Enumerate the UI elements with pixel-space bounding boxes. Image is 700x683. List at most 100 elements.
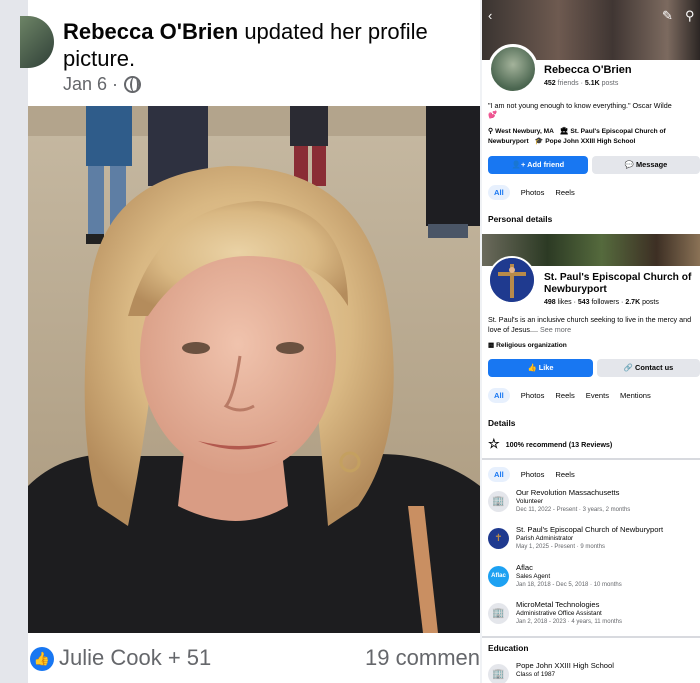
contact-us-label: Contact us (635, 363, 674, 372)
school-link[interactable]: Pope John XXIII High School (545, 138, 635, 145)
add-friend-icon: 👤+ (511, 160, 528, 169)
category-text: Religious organization (496, 342, 567, 349)
post-title: Rebecca O'Brien updated her profile pict… (63, 18, 475, 72)
work-item[interactable]: Aflac Aflac Sales Agent Jan 18, 2018 - D… (488, 563, 700, 595)
posts-count: 5.1K (584, 80, 600, 87)
globe-icon (124, 76, 142, 93)
work-title[interactable]: St. Paul's Episcopal Church of Newburypo… (516, 525, 663, 534)
church-tabs: All Photos Reels Events Mentions (488, 388, 651, 403)
details-heading: Details (488, 418, 516, 428)
church-tab-all[interactable]: All (488, 388, 510, 403)
work-item[interactable]: ✝ St. Paul's Episcopal Church of Newbury… (488, 525, 700, 557)
education-item[interactable]: 🏢 Pope John XXIII High School Class of 1… (488, 661, 700, 683)
church-tab-events[interactable]: Events (586, 391, 609, 400)
likes-count: 498 (544, 299, 556, 306)
message-button[interactable]: 💬 Message (592, 156, 700, 174)
post-author-name[interactable]: Rebecca O'Brien (63, 19, 238, 44)
church-tab-photos[interactable]: Photos (521, 391, 545, 400)
work-role: Sales Agent (516, 573, 551, 580)
post-date-text: Jan 6 · (63, 74, 119, 94)
category-icon: ▩ (488, 342, 497, 349)
back-icon[interactable]: ‹ (488, 8, 492, 23)
work-tabs: All Photos Reels (488, 467, 575, 482)
like-page-label: Like (538, 363, 554, 372)
profile-intro: ⚲ West Newbury, MA 🏛 St. Paul's Episcopal … (488, 127, 700, 147)
school-icon: 🎓 (534, 138, 544, 145)
church-avatar[interactable] (488, 256, 536, 304)
profile-avatar[interactable] (488, 44, 538, 94)
friends-count[interactable]: 452 (544, 80, 556, 87)
add-friend-button[interactable]: 👤+ Add friend (488, 156, 588, 174)
crucifix-icon (490, 258, 534, 302)
recommendation-text: 100% recommend (13 Reviews) (505, 439, 613, 449)
contact-us-button[interactable]: 🔗 Contact us (597, 359, 700, 377)
message-label: Message (636, 160, 668, 169)
workplace-icon: 🏛 (559, 128, 569, 135)
thumbs-up-icon: 👍 (527, 363, 539, 372)
church-posts-count: 2.7K (625, 299, 641, 306)
profile-photo[interactable] (28, 106, 480, 633)
messenger-icon: 💬 (624, 160, 637, 169)
work-title[interactable]: MicroMetal Technologies (516, 600, 599, 609)
followers-label: followers · (589, 299, 626, 306)
reactions-count[interactable]: Julie Cook + 51 (59, 645, 211, 671)
location-text: West Newbury, MA (495, 128, 554, 135)
tab-reels[interactable]: Reels (555, 188, 574, 197)
post-timestamp[interactable]: Jan 6 · (63, 74, 142, 95)
work-title[interactable]: Aflac (516, 563, 533, 572)
heart-icon: 💕 (488, 110, 497, 119)
profile-tabs: All Photos Reels (488, 185, 575, 200)
profile-stats: 452 friends · 5.1K posts (544, 80, 618, 87)
work-role: Administrative Office Assistant (516, 610, 602, 617)
church-tab-mentions[interactable]: Mentions (620, 391, 651, 400)
work-item[interactable]: 🏢 MicroMetal Technologies Administrative… (488, 600, 700, 632)
post-column: Rebecca O'Brien updated her profile pict… (0, 0, 482, 683)
work-role: Volunteer (516, 498, 544, 505)
profile-panel: ‹ ✎ ⚲ Rebecca O'Brien 452 friends · 5.1K… (482, 0, 700, 683)
school-building-icon: 🏢 (488, 664, 509, 683)
work-tab-reels[interactable]: Reels (555, 470, 574, 479)
section-divider (482, 636, 700, 638)
work-dates: Dec 11, 2022 - Present · 3 years, 2 mont… (516, 507, 631, 513)
add-friend-label: Add friend (527, 160, 565, 169)
post-card: Rebecca O'Brien updated her profile pict… (20, 0, 480, 683)
tab-all[interactable]: All (488, 185, 510, 200)
section-divider (482, 458, 700, 460)
work-tab-photos[interactable]: Photos (521, 470, 545, 479)
screenshot-root: Rebecca O'Brien updated her profile pict… (0, 0, 700, 683)
building-icon: 🏢 (488, 491, 509, 512)
likes-label: likes · (555, 299, 578, 306)
bio-text: "I am not young enough to know everythin… (488, 101, 672, 110)
like-page-button[interactable]: 👍 Like (488, 359, 593, 377)
church-posts-label: posts (640, 299, 659, 306)
church-description-text: St. Paul's is an inclusive church seekin… (488, 315, 692, 334)
post-footer: 👍 Julie Cook + 51 19 commen (28, 633, 480, 683)
education-school[interactable]: Pope John XXIII High School (516, 661, 614, 670)
post-author-avatar[interactable] (20, 16, 54, 68)
tab-photos[interactable]: Photos (521, 188, 545, 197)
work-tab-all[interactable]: All (488, 467, 510, 482)
work-dates: Jan 2, 2018 - 2023 · 4 years, 11 months (516, 619, 622, 625)
search-icon[interactable]: ⚲ (685, 8, 695, 24)
education-heading: Education (488, 643, 529, 653)
church-category: ▩ Religious organization (488, 341, 567, 349)
comments-count[interactable]: 19 commen (365, 645, 480, 671)
personal-details-heading: Personal details (488, 214, 553, 224)
work-title[interactable]: Our Revolution Massachusetts (516, 488, 619, 497)
see-more-link[interactable]: See more (540, 325, 571, 334)
church-name[interactable]: St. Paul's Episcopal Church of Newburypo… (544, 272, 700, 296)
location-pin-icon: ⚲ (488, 128, 494, 135)
church-tab-reels[interactable]: Reels (555, 391, 574, 400)
work-role: Parish Administrator (516, 535, 574, 542)
recommendation-row[interactable]: ☆ 100% recommend (13 Reviews) (488, 436, 612, 452)
building-icon: 🏢 (488, 603, 509, 624)
post-header: Rebecca O'Brien updated her profile pict… (20, 0, 480, 106)
link-icon: 🔗 (623, 363, 636, 372)
work-dates: Jan 18, 2018 - Dec 5, 2018 · 10 months (516, 582, 622, 588)
followers-count: 543 (577, 299, 590, 306)
profile-name: Rebecca O'Brien (544, 64, 632, 76)
edit-icon[interactable]: ✎ (662, 8, 673, 24)
left-margin (0, 0, 28, 683)
work-item[interactable]: 🏢 Our Revolution Massachusetts Volunteer… (488, 488, 700, 520)
profile-bio: "I am not young enough to know everythin… (488, 101, 700, 119)
